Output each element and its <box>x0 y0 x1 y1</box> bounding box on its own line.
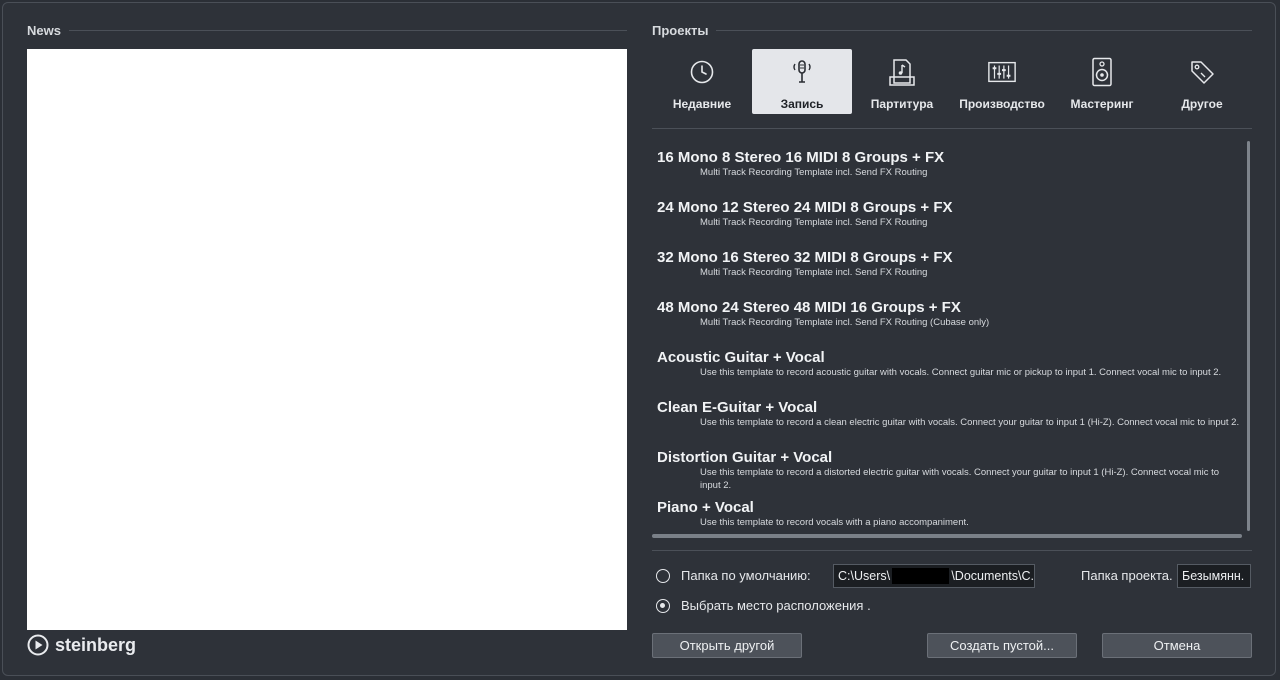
tab-score[interactable]: Партитура <box>852 49 952 114</box>
projects-title-rule <box>716 30 1252 31</box>
template-item[interactable]: Piano + Vocal Use this template to recor… <box>657 499 1242 529</box>
tab-mastering[interactable]: Мастеринг <box>1052 49 1152 114</box>
project-folder-value: Безымянн. <box>1182 569 1245 583</box>
template-name: 48 Mono 24 Stereo 48 MIDI 16 Groups + FX <box>657 299 961 316</box>
mixer-icon <box>987 57 1017 87</box>
tab-other[interactable]: Другое <box>1152 49 1252 114</box>
cancel-button[interactable]: Отмена <box>1102 633 1252 658</box>
tab-production-label: Производство <box>959 97 1045 111</box>
tab-recent[interactable]: Недавние <box>652 49 752 114</box>
microphone-icon <box>787 57 817 87</box>
template-item[interactable]: 48 Mono 24 Stereo 48 MIDI 16 Groups + FX… <box>657 299 1242 329</box>
choose-location-label: Выбрать место расположения . <box>681 598 871 613</box>
news-title-text: News <box>27 23 61 38</box>
list-divider <box>652 550 1252 551</box>
clock-icon <box>687 57 717 87</box>
tab-production[interactable]: Производство <box>952 49 1052 114</box>
category-tabs: Недавние Запись Партитура Производство М… <box>652 49 1252 114</box>
template-item[interactable]: Acoustic Guitar + Vocal Use this templat… <box>657 349 1242 379</box>
default-folder-label: Папка по умолчанию: <box>681 568 811 583</box>
template-description: Use this template to record vocals with … <box>700 517 969 528</box>
template-name: 24 Mono 12 Stereo 24 MIDI 8 Groups + FX <box>657 199 953 216</box>
tab-recent-label: Недавние <box>672 97 732 111</box>
project-folder-field[interactable]: Безымянн. <box>1177 564 1251 588</box>
template-name: 32 Mono 16 Stereo 32 MIDI 8 Groups + FX <box>657 249 953 266</box>
tab-other-label: Другое <box>1181 97 1223 111</box>
path-start: C:\Users\ <box>838 569 891 583</box>
tag-icon <box>1187 57 1217 87</box>
default-folder-radio[interactable] <box>656 568 670 583</box>
create-empty-button[interactable]: Создать пустой... <box>927 633 1077 658</box>
template-name: 16 Mono 8 Stereo 16 MIDI 8 Groups + FX <box>657 149 945 166</box>
steinberg-logo: steinberg <box>27 634 136 656</box>
tab-recording[interactable]: Запись <box>752 49 852 114</box>
news-section-title: News <box>27 23 627 38</box>
template-description: Use this template to record a clean elec… <box>700 417 1240 428</box>
projects-title-text: Проекты <box>652 23 709 38</box>
template-description: Multi Track Recording Template incl. Sen… <box>700 217 928 228</box>
template-description: Multi Track Recording Template incl. Sen… <box>700 317 990 328</box>
redacted-username <box>892 568 950 584</box>
logo-text: steinberg <box>55 634 137 655</box>
tab-mastering-label: Мастеринг <box>1070 97 1134 111</box>
vertical-scrollbar[interactable] <box>1247 141 1250 531</box>
template-description: Use this template to record a distorted … <box>700 467 1220 491</box>
news-title-rule <box>68 30 627 31</box>
template-name: Distortion Guitar + Vocal <box>657 449 833 466</box>
default-folder-option[interactable]: Папка по умолчанию: <box>656 568 811 583</box>
template-list[interactable]: 16 Mono 8 Stereo 16 MIDI 8 Groups + FX M… <box>652 140 1242 534</box>
categories-divider <box>652 128 1252 129</box>
template-item[interactable]: Clean E-Guitar + Vocal Use this template… <box>657 399 1242 429</box>
template-name: Acoustic Guitar + Vocal <box>657 349 825 366</box>
template-name: Piano + Vocal <box>657 499 754 516</box>
template-item[interactable]: Distortion Guitar + Vocal Use this templ… <box>657 449 1242 492</box>
default-folder-path-field[interactable]: C:\Users\ \Documents\C. <box>833 564 1035 588</box>
tab-score-label: Партитура <box>870 97 934 111</box>
choose-location-radio[interactable] <box>656 598 670 613</box>
horizontal-scrollbar[interactable] <box>652 534 1242 538</box>
score-icon <box>887 57 917 87</box>
open-other-button[interactable]: Открыть другой <box>652 633 802 658</box>
choose-location-option[interactable]: Выбрать место расположения . <box>656 598 871 613</box>
news-panel[interactable] <box>27 49 627 630</box>
tab-recording-label: Запись <box>780 97 824 111</box>
template-description: Multi Track Recording Template incl. Sen… <box>700 167 928 178</box>
projects-section-title: Проекты <box>652 23 1252 38</box>
template-item[interactable]: 24 Mono 12 Stereo 24 MIDI 8 Groups + FX … <box>657 199 1242 229</box>
template-name: Clean E-Guitar + Vocal <box>657 399 818 416</box>
template-item[interactable]: 16 Mono 8 Stereo 16 MIDI 8 Groups + FX M… <box>657 149 1242 179</box>
project-folder-label: Папка проекта. <box>1081 568 1173 583</box>
template-description: Use this template to record acoustic gui… <box>700 367 1222 378</box>
template-item[interactable]: 32 Mono 16 Stereo 32 MIDI 8 Groups + FX … <box>657 249 1242 279</box>
path-end: \Documents\C. <box>951 569 1034 583</box>
steinberg-logo-icon <box>27 634 49 656</box>
speaker-icon <box>1087 57 1117 87</box>
template-description: Multi Track Recording Template incl. Sen… <box>700 267 928 278</box>
